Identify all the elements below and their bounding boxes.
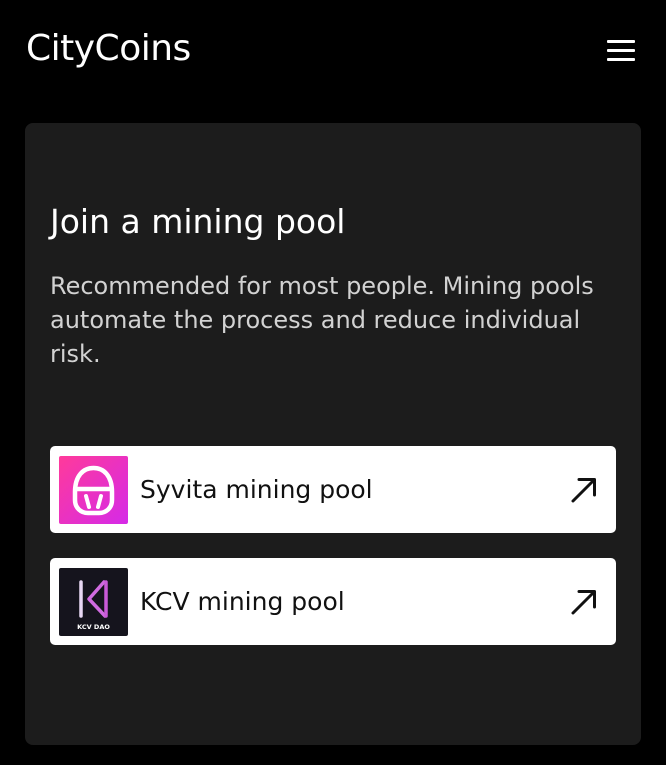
card-description: Recommended for most people. Mining pool… [50,272,594,368]
kcv-logo-text: KCV DAO [77,623,110,631]
citycoins-logo[interactable]: CityCoins [26,26,191,72]
arrow-up-right-icon [569,475,599,505]
mining-pool-card: Join a mining pool Recommended for most … [25,123,641,745]
card-title: Join a mining pool [50,202,346,241]
syvita-logo [59,456,128,524]
kcv-dao-logo: KCV DAO [59,568,128,636]
syvita-pool-link[interactable]: Syvita mining pool [50,446,616,533]
arrow-up-right-icon [569,587,599,617]
top-header: CityCoins [0,0,666,100]
menu-line [607,40,635,43]
menu-line [607,58,635,61]
kcv-pool-link[interactable]: KCV DAO KCV mining pool [50,558,616,645]
menu-line [607,49,635,52]
pool-name: KCV mining pool [140,587,345,616]
pool-name: Syvita mining pool [140,475,373,504]
hamburger-menu-icon[interactable] [600,34,642,70]
